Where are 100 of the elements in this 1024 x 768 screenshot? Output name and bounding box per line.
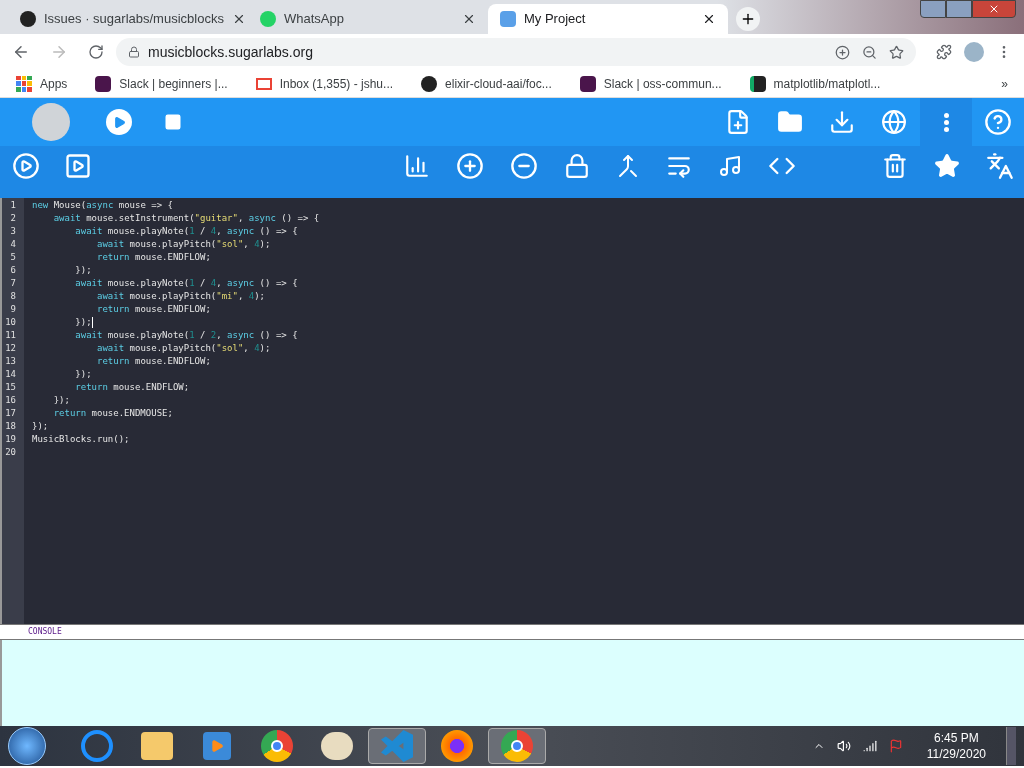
code-line: return mouse.ENDFLOW; [96, 251, 211, 264]
line-number: 4 [9, 238, 17, 251]
line-number: 19 [4, 433, 17, 446]
avatar[interactable] [964, 42, 984, 62]
code-line: await mouse.playNote(1 / 4, async () => { [74, 225, 298, 238]
lock-icon[interactable] [564, 153, 590, 179]
code-line: await mouse.playNote(1 / 4, async () => { [74, 277, 298, 290]
code-line: }); [74, 368, 92, 381]
star-icon[interactable] [934, 153, 960, 179]
merge-icon[interactable] [616, 154, 640, 178]
zoom-icon[interactable] [862, 44, 877, 60]
clock-time: 6:45 PM [934, 730, 979, 746]
new-file-icon[interactable] [725, 109, 751, 135]
code-line: await mouse.setInstrument("guitar", async () => { [52, 212, 320, 225]
mouse-logo[interactable] [32, 103, 70, 141]
globe-icon[interactable] [881, 109, 907, 135]
clock-date: 11/29/2020 [926, 746, 986, 762]
maximize-button[interactable] [946, 0, 972, 18]
show-desktop-button[interactable] [1006, 727, 1016, 765]
line-number: 13 [4, 355, 17, 368]
play-button[interactable] [106, 109, 132, 135]
bookmark-link[interactable]: matplotlib/matplotl... [749, 74, 881, 93]
music-note-icon[interactable] [718, 154, 742, 178]
play-icon[interactable] [12, 152, 40, 180]
clock[interactable]: 6:45 PM 11/29/2020 [926, 730, 986, 762]
code-line: }); [32, 420, 49, 433]
address-bar[interactable]: musicblocks.sugarlabs.org [116, 38, 916, 66]
url-text: musicblocks.sugarlabs.org [148, 42, 313, 62]
line-number: 7 [9, 277, 17, 290]
code-line: }); [74, 264, 92, 277]
back-icon[interactable] [12, 43, 30, 61]
star-icon[interactable] [889, 44, 904, 60]
line-number: 16 [4, 394, 17, 407]
code-line: MusicBlocks.run(); [32, 433, 130, 446]
menu-button[interactable] [920, 98, 972, 146]
bookmark-link[interactable]: Slack | beginners |... [95, 74, 228, 93]
line-number: 14 [4, 368, 17, 381]
line-number: 8 [9, 290, 17, 303]
close-icon[interactable] [462, 12, 476, 26]
line-number: 17 [4, 407, 17, 420]
close-icon [988, 3, 1000, 15]
zoom-out-icon[interactable] [510, 152, 538, 180]
grid-icon [16, 75, 32, 92]
bookmark-link[interactable]: Slack | oss-commun... [579, 74, 722, 93]
stop-icon[interactable] [164, 113, 182, 131]
tab-title: Issues · sugarlabs/musicblocks [44, 10, 224, 29]
firefox-icon[interactable] [441, 730, 473, 762]
close-window-button[interactable] [972, 0, 1016, 18]
bookmark-link[interactable]: Inbox (1,355) - jshu... [255, 74, 394, 93]
trash-icon[interactable] [882, 153, 908, 179]
forward-icon[interactable] [50, 43, 68, 61]
chrome-icon[interactable] [261, 730, 293, 762]
lock-icon [128, 46, 140, 58]
line-number: 5 [9, 251, 17, 264]
download-icon[interactable] [829, 109, 855, 135]
code-line: return mouse.ENDFLOW; [96, 303, 211, 316]
browser-tab[interactable]: My Project [488, 4, 728, 34]
line-number: 11 [4, 329, 17, 342]
play-icon [112, 115, 126, 129]
line-number: 12 [4, 342, 17, 355]
code-line: return mouse.ENDMOUSE; [52, 407, 173, 420]
line-number: 15 [4, 381, 17, 394]
plus-icon [740, 11, 756, 27]
help-icon[interactable] [984, 108, 1012, 136]
translate-icon[interactable] [986, 152, 1014, 180]
media-player-icon[interactable] [203, 732, 231, 760]
start-button[interactable] [8, 727, 46, 765]
code-line: await mouse.playPitch("mi", 4); [96, 290, 266, 303]
install-icon[interactable] [835, 44, 850, 60]
volume-icon[interactable] [836, 739, 851, 753]
slideshow-icon[interactable] [64, 152, 92, 180]
zoom-in-icon[interactable] [456, 152, 484, 180]
code-line: await mouse.playNote(1 / 2, async () => { [74, 329, 298, 342]
code-line: return mouse.ENDFLOW; [74, 381, 190, 394]
chrome-icon[interactable] [501, 730, 533, 762]
minimize-button[interactable] [920, 0, 946, 18]
bookmark-link[interactable]: elixir-cloud-aai/foc... [421, 74, 552, 93]
flag-icon[interactable] [888, 739, 903, 753]
signal-icon[interactable] [862, 739, 877, 753]
line-number: 3 [9, 225, 17, 238]
new-tab-button[interactable] [736, 7, 760, 31]
menu-icon [943, 112, 949, 132]
tab-title: WhatsApp [284, 10, 345, 29]
play-icon [210, 739, 224, 753]
console-label: CONSOLE [28, 626, 62, 638]
line-number: 20 [4, 446, 17, 459]
close-icon[interactable] [702, 12, 716, 26]
bookmark-link[interactable]: Apps [16, 74, 68, 93]
line-number: 10 [4, 316, 17, 329]
code-line: }); [52, 394, 70, 407]
more-bookmarks[interactable]: » [1001, 74, 1008, 93]
tab-title: My Project [524, 10, 587, 29]
code-line: await mouse.playPitch("sol", 4); [96, 342, 271, 355]
code-line: return mouse.ENDFLOW; [96, 355, 211, 368]
line-number: 2 [9, 212, 17, 225]
line-number: 9 [9, 303, 17, 316]
taskbar-item[interactable] [488, 728, 546, 764]
extensions-icon[interactable] [936, 44, 952, 60]
line-number: 6 [9, 264, 17, 277]
reload-icon[interactable] [88, 44, 104, 60]
